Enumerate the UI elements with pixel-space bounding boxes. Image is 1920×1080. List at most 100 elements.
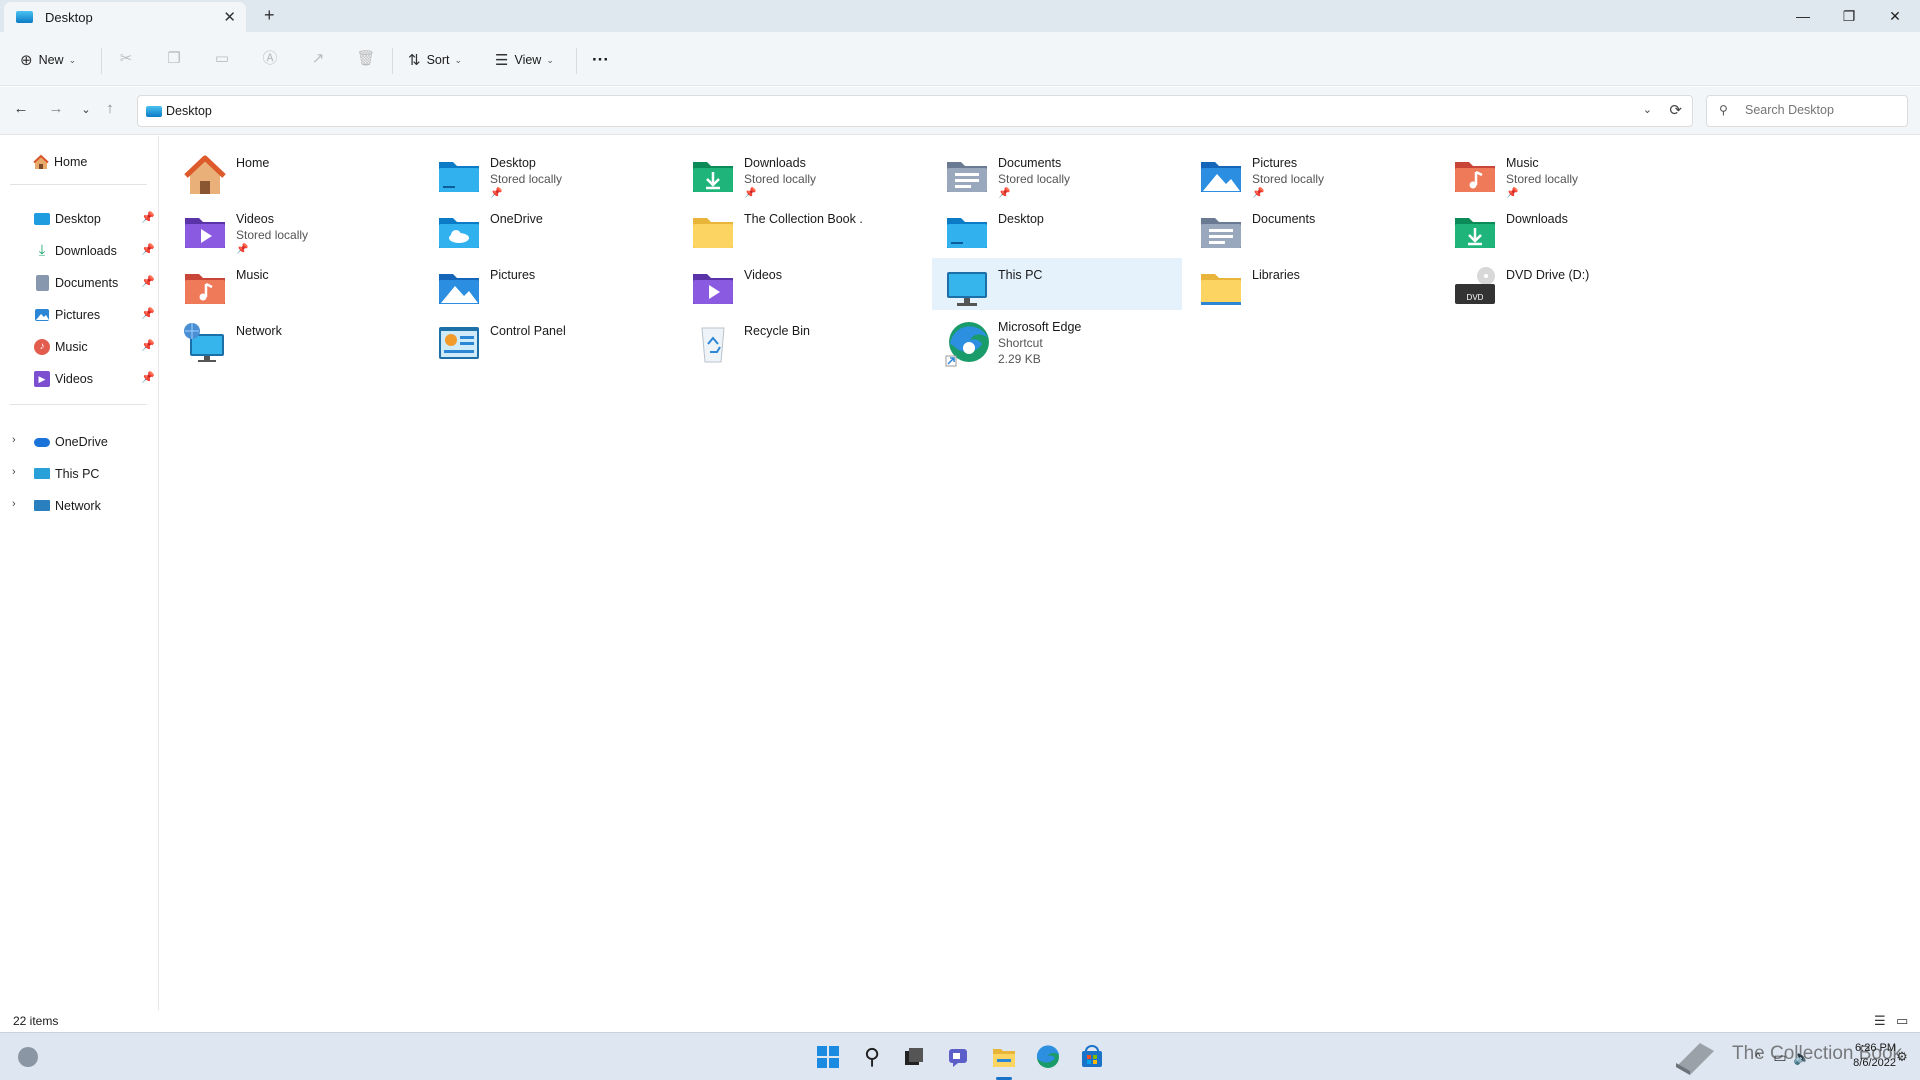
list-item[interactable]: Documents Stored locally 📌 xyxy=(932,146,1182,199)
breadcrumb[interactable]: Desktop xyxy=(166,104,212,118)
downloads-folder-icon xyxy=(1455,218,1495,248)
restore-button[interactable]: ❐ xyxy=(1826,0,1872,32)
list-item[interactable]: Music xyxy=(170,258,420,310)
onedrive-folder-icon xyxy=(439,218,479,248)
start-icon[interactable] xyxy=(812,1041,844,1073)
item-size: 2.29 KB xyxy=(998,352,1041,366)
search-icon[interactable]: ⚲ xyxy=(856,1041,888,1073)
list-item[interactable]: Desktop xyxy=(932,202,1182,254)
search-icon: ⚲ xyxy=(1719,103,1728,117)
refresh-icon[interactable]: ⟳ xyxy=(1669,101,1682,119)
new-button[interactable]: ⊕ New ⌄ xyxy=(20,46,76,74)
chevron-down-icon[interactable]: ⌄ xyxy=(1643,103,1652,116)
task-view-icon[interactable] xyxy=(898,1041,930,1073)
desktop-folder-icon xyxy=(947,218,987,248)
rename-icon[interactable]: Ⓐ xyxy=(260,49,280,69)
pin-icon[interactable]: 📌 xyxy=(141,275,155,288)
sort-icon: ⇅ xyxy=(408,52,421,69)
sidebar-item-onedrive[interactable]: › OneDrive xyxy=(0,428,158,456)
back-arrow-icon[interactable]: ← xyxy=(11,100,31,117)
close-button[interactable]: ✕ xyxy=(1872,0,1918,32)
view-button[interactable]: ☰ View ⌄ xyxy=(495,46,554,74)
more-options-button[interactable]: ··· xyxy=(592,46,609,74)
home-icon xyxy=(33,154,49,169)
list-item[interactable]: Music Stored locally 📌 xyxy=(1440,146,1690,199)
weather-icon[interactable] xyxy=(12,1041,44,1073)
list-item[interactable]: The Collection Book . xyxy=(678,202,928,254)
address-bar[interactable]: Desktop ⌄ ⟳ xyxy=(137,95,1693,127)
search-input[interactable] xyxy=(1745,103,1895,117)
recent-locations-icon[interactable]: ⌄ xyxy=(76,103,96,116)
file-explorer-icon[interactable] xyxy=(988,1041,1020,1073)
list-item[interactable]: Control Panel xyxy=(424,314,674,366)
notification-icon[interactable]: ⚙ xyxy=(1886,1041,1918,1073)
list-item[interactable]: Videos Stored locally 📌 xyxy=(170,202,420,255)
item-name: Libraries xyxy=(1252,268,1300,282)
status-bar: 22 items ☰ ▭ xyxy=(0,1010,1920,1032)
pin-icon[interactable]: 📌 xyxy=(141,307,155,320)
sidebar-item-home[interactable]: Home xyxy=(0,148,158,176)
list-item[interactable]: DVD DVD Drive (D:) xyxy=(1440,258,1690,310)
cut-icon[interactable]: ✂ xyxy=(116,49,136,69)
sidebar-item-pictures[interactable]: Pictures 📌 xyxy=(0,301,158,329)
item-name: Documents xyxy=(1252,212,1316,226)
minimize-button[interactable]: — xyxy=(1780,0,1826,32)
sort-button[interactable]: ⇅ Sort ⌄ xyxy=(408,46,462,74)
close-tab-icon[interactable]: ✕ xyxy=(223,8,236,26)
sidebar-item-music[interactable]: ♪ Music 📌 xyxy=(0,333,158,361)
sidebar-item-desktop[interactable]: Desktop 📌 xyxy=(0,205,158,233)
folder-icon xyxy=(693,218,733,248)
network-icon xyxy=(184,323,224,362)
search-box[interactable]: ⚲ xyxy=(1706,95,1908,127)
list-item[interactable]: Downloads Stored locally 📌 xyxy=(678,146,928,199)
list-item[interactable]: Desktop Stored locally 📌 xyxy=(424,146,674,199)
list-item-selected[interactable]: This PC xyxy=(932,258,1182,310)
chevron-right-icon[interactable]: › xyxy=(12,466,16,478)
pin-icon[interactable]: 📌 xyxy=(141,339,155,352)
delete-icon[interactable]: 🗑 xyxy=(356,49,376,69)
list-item[interactable]: Recycle Bin xyxy=(678,314,928,366)
sidebar-item-this-pc[interactable]: › This PC xyxy=(0,460,158,488)
volume-icon[interactable]: 🔈 xyxy=(1786,1041,1818,1073)
list-item[interactable]: Libraries xyxy=(1186,258,1436,310)
list-item[interactable]: Home xyxy=(170,146,420,198)
pin-icon[interactable]: 📌 xyxy=(141,243,155,256)
tab-desktop[interactable]: Desktop ✕ xyxy=(4,2,246,32)
sidebar-item-videos[interactable]: ▶ Videos 📌 xyxy=(0,365,158,393)
list-item[interactable]: Microsoft Edge Shortcut 2.29 KB xyxy=(932,314,1182,374)
new-tab-button[interactable]: + xyxy=(264,5,275,26)
item-name: Pictures xyxy=(1252,156,1298,170)
copy-icon[interactable]: ❐ xyxy=(164,49,184,69)
sidebar-item-downloads[interactable]: ⤓ Downloads 📌 xyxy=(0,237,158,265)
paste-icon[interactable]: ▭ xyxy=(212,49,232,69)
documents-icon xyxy=(36,275,49,291)
pin-icon[interactable]: 📌 xyxy=(141,371,155,384)
sidebar-item-documents[interactable]: Documents 📌 xyxy=(0,269,158,297)
edge-icon[interactable] xyxy=(1032,1041,1064,1073)
pin-icon[interactable]: 📌 xyxy=(141,211,155,224)
up-arrow-icon[interactable]: ↑ xyxy=(100,100,120,117)
list-item[interactable]: Pictures Stored locally 📌 xyxy=(1186,146,1436,199)
large-icons-view-icon[interactable]: ▭ xyxy=(1896,1013,1908,1029)
dvd-drive-icon: DVD xyxy=(1455,267,1495,304)
list-item[interactable]: Videos xyxy=(678,258,928,310)
item-status: Stored locally xyxy=(1252,172,1325,186)
list-item[interactable]: Pictures xyxy=(424,258,674,310)
item-count: 22 items xyxy=(13,1014,59,1028)
share-icon[interactable]: ↗ xyxy=(308,49,328,69)
list-item[interactable]: OneDrive xyxy=(424,202,674,254)
chevron-right-icon[interactable]: › xyxy=(12,434,16,446)
store-icon[interactable] xyxy=(1076,1041,1108,1073)
sidebar-item-network[interactable]: › Network xyxy=(0,492,158,520)
list-item[interactable]: Downloads xyxy=(1440,202,1690,254)
list-item[interactable]: Network xyxy=(170,314,420,366)
chevron-right-icon[interactable]: › xyxy=(12,498,16,510)
details-view-icon[interactable]: ☰ xyxy=(1874,1013,1886,1029)
separator xyxy=(576,48,577,74)
forward-arrow-icon[interactable]: → xyxy=(46,100,66,117)
chat-icon[interactable] xyxy=(942,1041,974,1073)
network-icon xyxy=(34,500,50,511)
list-item[interactable]: Documents xyxy=(1186,202,1436,254)
item-name: Downloads xyxy=(744,156,806,170)
chevron-down-icon: ⌄ xyxy=(68,54,77,65)
